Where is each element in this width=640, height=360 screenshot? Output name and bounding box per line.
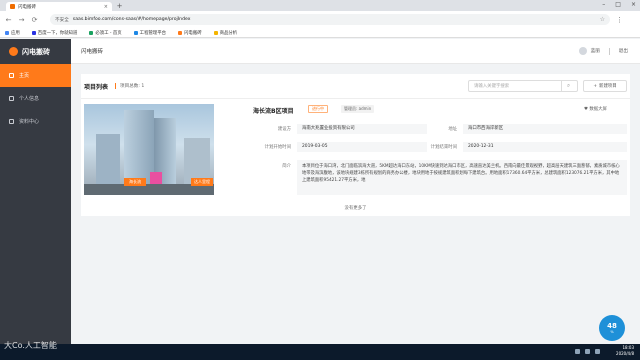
new-project-button[interactable]: + 新建项目: [583, 80, 627, 92]
status-badge: 进行中: [308, 105, 328, 113]
url-text[interactable]: saas.bimfoo.com/cons-saas/#/homepage/pro…: [73, 17, 191, 22]
project-panel: 项目列表 项目总数: 1 请输入关键字搜索 ⌕ + 新建项目 海长流 达人里程 …: [81, 74, 630, 216]
bookmark-app[interactable]: 闪电搬砖: [178, 30, 202, 36]
start-value: 2019-03-05: [297, 142, 427, 152]
tab-favicon-icon: [10, 4, 15, 9]
security-indicator[interactable]: 不安全: [55, 17, 69, 23]
logo-mark-icon: [9, 47, 18, 56]
end-label: 计划结束时间: [430, 145, 457, 150]
apps-icon: [5, 30, 9, 35]
bookmark-apps[interactable]: 应用: [5, 30, 20, 36]
new-project-label: 新建项目: [599, 84, 617, 89]
baidu-icon: [31, 30, 36, 35]
end-value: 2020-12-31: [463, 142, 627, 152]
breadcrumb: 闪电搬砖: [81, 49, 104, 55]
maximize-icon[interactable]: □: [615, 1, 621, 8]
close-window-icon[interactable]: ×: [631, 1, 636, 8]
project-thumbnail[interactable]: 海长流 达人里程: [84, 104, 214, 195]
sidebar-item-home[interactable]: 主页: [0, 64, 71, 87]
bookmark-platform[interactable]: 工程管理平台: [133, 30, 166, 36]
start-label: 计划开始时间: [264, 145, 291, 150]
network-icon[interactable]: [575, 349, 580, 354]
app-header: 闪电搬砖 蓝丽 退出: [71, 39, 640, 64]
minimize-icon[interactable]: –: [602, 1, 605, 8]
address-label: 地址: [448, 127, 457, 132]
panel-header: 项目列表 项目总数: 1 请输入关键字搜索 ⌕ + 新建项目: [81, 74, 630, 99]
user-icon: [9, 96, 14, 101]
progress-badge: 48 %: [599, 315, 625, 341]
avatar[interactable]: [578, 47, 587, 55]
search-icon[interactable]: ⌕: [561, 81, 575, 91]
back-icon[interactable]: ←: [5, 16, 12, 24]
sidebar-item-label: 个人信息: [19, 96, 40, 102]
bookmark-star-icon[interactable]: ☆: [600, 16, 605, 23]
manager-badge: 管理员: admin: [341, 105, 375, 113]
divider: [608, 47, 610, 55]
logout-button[interactable]: 退出: [619, 48, 628, 54]
page-title: 项目列表: [84, 83, 109, 91]
tray-icons: [575, 349, 600, 354]
plus-icon: +: [593, 83, 598, 89]
thumb-tag: 达人里程: [191, 178, 213, 186]
browser-tab-strip: 闪电搬砖 × + – □ ×: [0, 0, 640, 11]
watermark: 大Co.人工智能: [4, 341, 57, 350]
volume-icon[interactable]: [585, 349, 590, 354]
tab-title: 闪电搬砖: [18, 4, 36, 10]
sidebar-item-label: 主页: [19, 73, 30, 79]
sidebar-item-label: 资料中心: [19, 119, 40, 125]
thumb-tag: 海长流: [124, 178, 146, 186]
address-bar-row: ← → ⟳ 不安全 saas.bimfoo.com/cons-saas/#/ho…: [0, 11, 640, 28]
user-area: 蓝丽 退出: [578, 47, 628, 55]
document-icon: [9, 119, 14, 124]
bookmark-analysis[interactable]: 商品分析: [213, 30, 237, 36]
builder-value: 海南大兆置业投资有限公司: [297, 124, 427, 134]
bookmarks-bar: 应用 百度一下，你就知道 必须工 - 首页 工程管理平台 闪电搬砖 商品分析: [0, 28, 640, 38]
taskbar: 18:03 2020/4/8: [0, 344, 640, 360]
poster-icon: [150, 172, 162, 184]
address-value: 海口市西海岸新区: [463, 124, 627, 134]
builder-label: 建设方: [277, 127, 291, 132]
window-controls: – □ ×: [602, 1, 636, 8]
search-placeholder: 请输入关键字搜索: [474, 84, 510, 89]
new-tab-icon[interactable]: +: [116, 3, 123, 10]
browser-tab[interactable]: 闪电搬砖 ×: [6, 2, 112, 11]
sidebar-item-documents[interactable]: 资料中心: [0, 110, 71, 133]
logo-text: 闪电搬砖: [22, 47, 50, 56]
app-icon: [178, 30, 183, 35]
bookmark-baidu[interactable]: 百度一下，你就知道: [31, 30, 77, 36]
data-screen-link[interactable]: ♥ 数据大屏: [584, 106, 607, 112]
clock[interactable]: 18:03 2020/4/8: [616, 345, 634, 357]
project-count: 项目总数: 1: [115, 83, 144, 89]
browser-menu-icon[interactable]: ⋮: [616, 16, 623, 24]
omnibox[interactable]: 不安全 saas.bimfoo.com/cons-saas/#/homepage…: [50, 14, 610, 25]
folder-icon: [213, 30, 218, 35]
intro-label: 简介: [282, 164, 291, 169]
home-icon: [9, 73, 14, 78]
sidebar-item-profile[interactable]: 个人信息: [0, 87, 71, 110]
search-input[interactable]: 请输入关键字搜索 ⌕: [468, 80, 578, 92]
reload-icon[interactable]: ⟳: [31, 16, 38, 24]
app-logo[interactable]: 闪电搬砖: [0, 39, 71, 64]
site-icon: [89, 30, 94, 35]
forward-icon[interactable]: →: [18, 16, 25, 24]
bookmark-home[interactable]: 必须工 - 首页: [89, 30, 122, 36]
platform-icon: [133, 30, 138, 35]
project-description: 本项目位于海口湾，北门面临滨海大道，5KM超达海口东站，10KM快速到达海口市区…: [297, 160, 627, 195]
user-name[interactable]: 蓝丽: [591, 48, 600, 54]
sidebar: 闪电搬砖 主页 个人信息 资料中心: [0, 39, 71, 344]
ime-icon[interactable]: [595, 349, 600, 354]
close-tab-icon[interactable]: ×: [104, 4, 108, 10]
project-name[interactable]: 海长流B区项目: [253, 106, 294, 115]
no-more-text: 没有更多了: [344, 206, 367, 211]
